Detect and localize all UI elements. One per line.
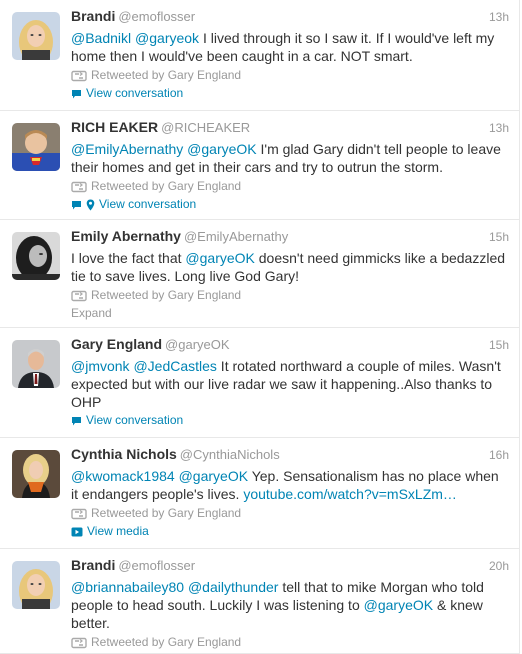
retweet-icon	[71, 290, 91, 302]
timestamp[interactable]: 15h	[489, 230, 509, 244]
retweeted-by-label[interactable]: Retweeted by Gary England	[91, 178, 241, 195]
user-handle[interactable]: @emoflosser	[118, 558, 195, 573]
tweet-item[interactable]: Brandi @emoflosser 13h @Badnikl @garyeok I …	[0, 0, 520, 111]
mention-link[interactable]: @garyeok	[135, 30, 199, 46]
user-fullname[interactable]: Gary England	[71, 336, 162, 352]
speech-bubble-icon	[71, 200, 82, 210]
retweet-icon	[71, 181, 91, 193]
timestamp[interactable]: 13h	[489, 10, 509, 24]
expand-link[interactable]: Expand	[71, 305, 509, 322]
tweet-content: Gary England @garyeOK 15h @jmvonk @JedCastl…	[71, 336, 509, 429]
video-play-icon	[71, 527, 83, 537]
retweeted-by-label[interactable]: Retweeted by Gary England	[91, 505, 241, 522]
avatar[interactable]	[12, 450, 60, 498]
user-handle[interactable]: @garyeOK	[165, 337, 230, 352]
speech-bubble-icon	[71, 416, 82, 426]
tweet-timeline: Brandi @emoflosser 13h @Badnikl @garyeok I …	[0, 0, 522, 654]
retweet-context: Retweeted by Gary England	[71, 505, 509, 522]
timestamp[interactable]: 13h	[489, 121, 509, 135]
tweet-content: Emily Abernathy @EmilyAbernathy 15h I love …	[71, 228, 509, 322]
retweet-icon	[71, 508, 91, 520]
tweet-text: @jmvonk @JedCastles It rotated northward…	[71, 357, 509, 411]
speech-bubble-icon	[71, 89, 82, 99]
tweet-header: RICH EAKER @RICHEAKER 13h	[71, 119, 509, 139]
tweet-item[interactable]: RICH EAKER @RICHEAKER 13h @EmilyAbernathy @…	[0, 111, 520, 220]
location-pin-icon	[86, 199, 95, 211]
view-conversation-link[interactable]: View conversation	[71, 412, 509, 429]
retweeted-by-label[interactable]: Retweeted by Gary England	[91, 67, 241, 84]
view-media-link[interactable]: View media	[71, 523, 509, 540]
user-handle[interactable]: @emoflosser	[118, 9, 195, 24]
view-media-label: View media	[87, 524, 149, 538]
tweet-text: @kwomack1984 @garyeOK Yep. Sensationalis…	[71, 467, 509, 503]
tweet-content: Brandi @emoflosser 20h @briannabailey80 @da…	[71, 557, 509, 651]
tweet-header: Cynthia Nichols @CynthiaNichols 16h	[71, 446, 509, 466]
tweet-text: @Badnikl @garyeok I lived through it so …	[71, 29, 509, 65]
tweet-header: Emily Abernathy @EmilyAbernathy 15h	[71, 228, 509, 248]
view-conversation-link[interactable]: View conversation	[71, 85, 509, 102]
mention-link[interactable]: @garyeOK	[185, 250, 254, 266]
mention-link[interactable]: @EmilyAbernathy	[71, 141, 183, 157]
retweeted-by-label[interactable]: Retweeted by Gary England	[91, 634, 241, 651]
tweet-header: Brandi @emoflosser 20h	[71, 557, 509, 577]
mention-link[interactable]: @JedCastles	[133, 358, 216, 374]
tweet-text: I love the fact that @garyeOK doesn't ne…	[71, 249, 509, 285]
tweet-item[interactable]: Gary England @garyeOK 15h @jmvonk @JedCastl…	[0, 328, 520, 438]
mention-link[interactable]: @dailythunder	[188, 579, 279, 595]
view-conversation-label: View conversation	[99, 197, 197, 211]
tweet-text: @EmilyAbernathy @garyeOK I'm glad Gary d…	[71, 140, 509, 176]
user-handle[interactable]: @CynthiaNichols	[180, 447, 280, 462]
avatar[interactable]	[12, 232, 60, 280]
tweet-content: Cynthia Nichols @CynthiaNichols 16h @kwomac…	[71, 446, 509, 540]
avatar[interactable]	[12, 561, 60, 609]
url-link[interactable]: youtube.com/watch?v=mSxLZm…	[243, 486, 457, 502]
timestamp[interactable]: 20h	[489, 559, 509, 573]
user-handle[interactable]: @EmilyAbernathy	[184, 229, 288, 244]
user-fullname[interactable]: Brandi	[71, 557, 115, 573]
tweet-text: @briannabailey80 @dailythunder tell that…	[71, 578, 509, 632]
tweet-item[interactable]: Cynthia Nichols @CynthiaNichols 16h @kwomac…	[0, 438, 520, 549]
tweet-text-segment: I love the fact that	[71, 250, 186, 266]
retweet-context: Retweeted by Gary England	[71, 287, 509, 304]
user-fullname[interactable]: RICH EAKER	[71, 119, 158, 135]
avatar[interactable]	[12, 12, 60, 60]
mention-link[interactable]: @briannabailey80	[71, 579, 184, 595]
mention-link[interactable]: @garyeOK	[187, 141, 256, 157]
user-handle[interactable]: @RICHEAKER	[161, 120, 250, 135]
retweet-icon	[71, 70, 91, 82]
tweet-item[interactable]: Emily Abernathy @EmilyAbernathy 15h I love …	[0, 220, 520, 328]
tweet-header: Brandi @emoflosser 13h	[71, 8, 509, 28]
timestamp[interactable]: 16h	[489, 448, 509, 462]
user-fullname[interactable]: Brandi	[71, 8, 115, 24]
retweet-icon	[71, 637, 91, 649]
view-conversation-label: View conversation	[86, 86, 184, 100]
view-conversation-link[interactable]: View conversation	[71, 196, 509, 213]
avatar[interactable]	[12, 340, 60, 388]
expand-label: Expand	[71, 306, 112, 320]
retweet-context: Retweeted by Gary England	[71, 178, 509, 195]
retweet-context: Retweeted by Gary England	[71, 67, 509, 84]
tweet-item[interactable]: Brandi @emoflosser 20h @briannabailey80 @da…	[0, 549, 520, 654]
tweet-content: Brandi @emoflosser 13h @Badnikl @garyeok I …	[71, 8, 509, 102]
avatar[interactable]	[12, 123, 60, 171]
user-fullname[interactable]: Cynthia Nichols	[71, 446, 177, 462]
mention-link[interactable]: @garyeOK	[179, 468, 248, 484]
mention-link[interactable]: @Badnikl	[71, 30, 131, 46]
tweet-header: Gary England @garyeOK 15h	[71, 336, 509, 356]
mention-link[interactable]: @jmvonk	[71, 358, 130, 374]
retweeted-by-label[interactable]: Retweeted by Gary England	[91, 287, 241, 304]
mention-link[interactable]: @kwomack1984	[71, 468, 175, 484]
mention-link[interactable]: @garyeOK	[364, 597, 433, 613]
view-conversation-label: View conversation	[86, 413, 184, 427]
timestamp[interactable]: 15h	[489, 338, 509, 352]
user-fullname[interactable]: Emily Abernathy	[71, 228, 181, 244]
tweet-content: RICH EAKER @RICHEAKER 13h @EmilyAbernathy @…	[71, 119, 509, 213]
retweet-context: Retweeted by Gary England	[71, 634, 509, 651]
